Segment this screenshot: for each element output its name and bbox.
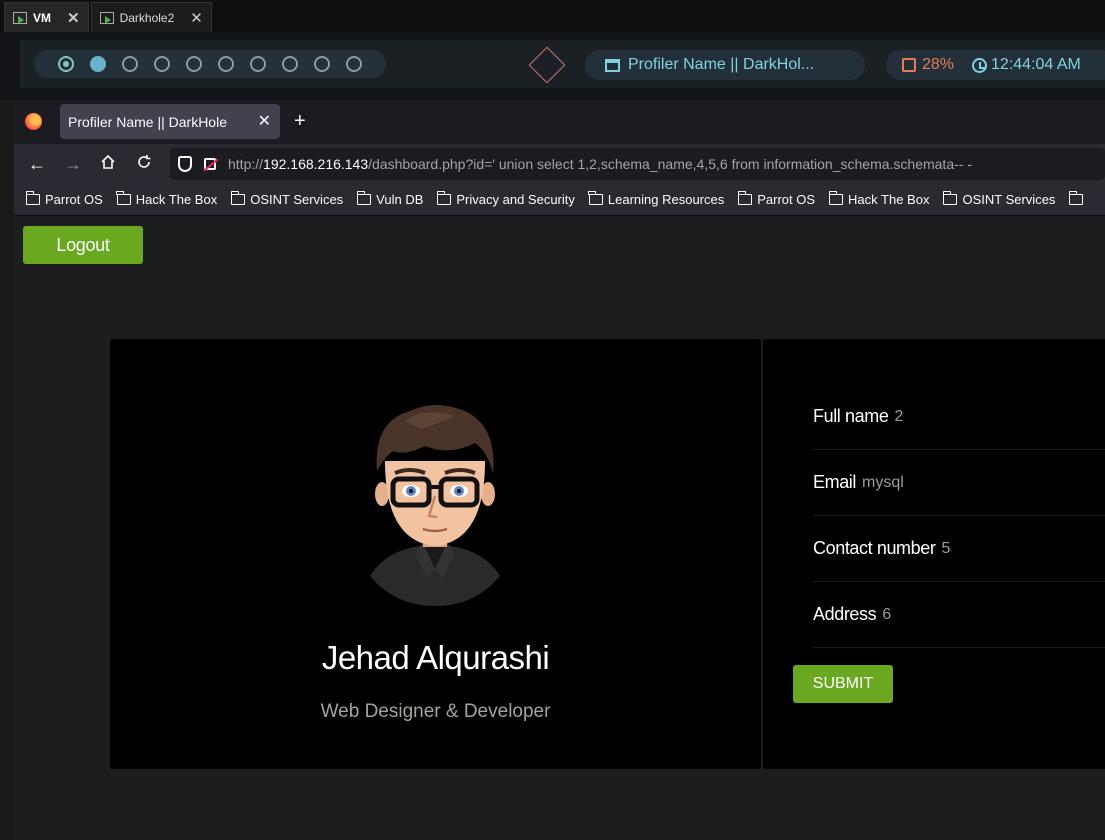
address-field[interactable]: Address 6	[813, 582, 1105, 648]
vm-tab-darkhole2[interactable]: Darkhole2 ✕	[90, 2, 212, 32]
field-value[interactable]: 2	[894, 408, 903, 426]
field-label: Full name	[813, 406, 889, 426]
submit-button[interactable]: SUBMIT	[793, 665, 893, 703]
folder-icon	[737, 191, 753, 205]
vm-tab-label: Darkhole2	[119, 10, 175, 25]
folder-icon	[1068, 191, 1084, 205]
browser-tab-title: Profiler Name || DarkHole	[68, 113, 227, 130]
field-label: Email	[813, 472, 857, 492]
cpu-icon	[902, 58, 916, 72]
close-icon[interactable]: ✕	[190, 9, 203, 27]
clock-icon	[972, 57, 988, 73]
bookmark-folder[interactable]: Learning Resources	[588, 191, 724, 207]
folder-icon	[436, 191, 452, 205]
vm-icon	[13, 11, 27, 24]
field-label: Contact number	[813, 538, 936, 558]
profile-name: Jehad Alqurashi	[321, 639, 550, 676]
window-icon	[605, 58, 620, 72]
browser-tab-row: Profiler Name || DarkHole ✕ +	[14, 100, 1105, 144]
vm-tab-strip: VM ✕ Darkhole2 ✕	[0, 0, 1105, 32]
field-value[interactable]: 5	[941, 540, 950, 558]
folder-icon	[25, 191, 40, 205]
close-tab-icon[interactable]: ✕	[258, 111, 271, 131]
firefox-window: Profiler Name || DarkHole ✕ + ← → http:/…	[14, 100, 1105, 840]
workspace-switcher	[34, 50, 386, 78]
bookmark-folder[interactable]: Hack The Box	[116, 191, 217, 207]
folder-icon	[116, 191, 131, 205]
folder-icon	[942, 191, 958, 205]
back-arrow-icon[interactable]: ←	[28, 154, 46, 174]
navigation-toolbar: ← → http://192.168.216.143/dashboard.php…	[14, 144, 1105, 184]
folder-icon	[828, 191, 844, 205]
reload-icon[interactable]	[136, 154, 152, 174]
workspace-5[interactable]	[186, 56, 202, 72]
workspace-2[interactable]	[90, 56, 106, 72]
bookmarks-toolbar: Parrot OS Hack The Box OSINT Services Vu…	[14, 184, 1105, 216]
cpu-widget: 28%	[902, 56, 954, 74]
insecure-lock-icon[interactable]	[204, 158, 216, 170]
bookmark-folder[interactable]: Privacy and Security	[436, 191, 575, 207]
firefox-logo-icon[interactable]	[25, 113, 42, 130]
folder-icon	[230, 191, 246, 205]
active-window-title: Profiler Name || DarkHol...	[628, 56, 815, 73]
bookmark-folder[interactable]	[1068, 191, 1088, 205]
system-tray: 28% 12:44:04 AM	[886, 50, 1105, 80]
bookmark-folder[interactable]: OSINT Services	[942, 191, 1055, 207]
browser-tab[interactable]: Profiler Name || DarkHole ✕	[60, 104, 280, 139]
logout-button[interactable]: Logout	[23, 226, 143, 264]
field-value[interactable]: mysql	[862, 474, 904, 492]
workspace-4[interactable]	[154, 56, 170, 72]
cpu-usage: 28%	[922, 56, 955, 73]
forward-arrow-icon[interactable]: →	[64, 154, 82, 174]
close-icon[interactable]: ✕	[67, 9, 80, 27]
workspace-6[interactable]	[218, 56, 234, 72]
url-text[interactable]: http://192.168.216.143/dashboard.php?id=…	[228, 156, 972, 172]
desktop-panel: Profiler Name || DarkHol... 28% 12:44:04…	[0, 32, 1105, 100]
workspace-3[interactable]	[122, 56, 138, 72]
vm-tab-vm[interactable]: VM ✕	[4, 2, 89, 32]
web-page: Logout Jehad Alqurashi Web Designer & De…	[14, 216, 1105, 840]
workspace-9[interactable]	[314, 56, 330, 72]
field-label: Address	[813, 604, 877, 624]
folder-icon	[356, 191, 372, 205]
vm-icon	[99, 11, 114, 24]
profile-card: Jehad Alqurashi Web Designer & Developer	[110, 339, 761, 769]
field-value[interactable]: 6	[882, 606, 891, 624]
active-window-indicator[interactable]: Profiler Name || DarkHol...	[585, 50, 865, 80]
workspace-7[interactable]	[250, 56, 266, 72]
shield-icon[interactable]	[178, 156, 192, 172]
vm-tab-label: VM	[33, 10, 51, 25]
email-field[interactable]: Email mysql	[813, 450, 1105, 516]
avatar	[370, 405, 500, 606]
profile-details-card: Full name 2 Email mysql Contact number 5…	[763, 339, 1105, 769]
workspace-10[interactable]	[346, 56, 362, 72]
folder-icon	[588, 191, 603, 205]
bookmark-folder[interactable]: Parrot OS	[25, 191, 103, 207]
address-bar[interactable]: http://192.168.216.143/dashboard.php?id=…	[170, 148, 1105, 180]
clock-time: 12:44:04 AM	[991, 56, 1081, 73]
profile-role: Web Designer & Developer	[320, 701, 551, 722]
home-icon[interactable]	[100, 154, 116, 174]
clock-widget[interactable]: 12:44:04 AM	[972, 56, 1081, 74]
bookmark-folder[interactable]: OSINT Services	[230, 191, 343, 207]
bookmark-folder[interactable]: Hack The Box	[828, 191, 929, 207]
workspace-8[interactable]	[282, 56, 298, 72]
bookmark-folder[interactable]: Vuln DB	[356, 191, 423, 207]
new-tab-button[interactable]: +	[294, 110, 306, 133]
bookmark-folder[interactable]: Parrot OS	[737, 191, 815, 207]
contact-number-field[interactable]: Contact number 5	[813, 516, 1105, 582]
workspace-1[interactable]	[58, 56, 74, 72]
full-name-field[interactable]: Full name 2	[813, 384, 1105, 450]
